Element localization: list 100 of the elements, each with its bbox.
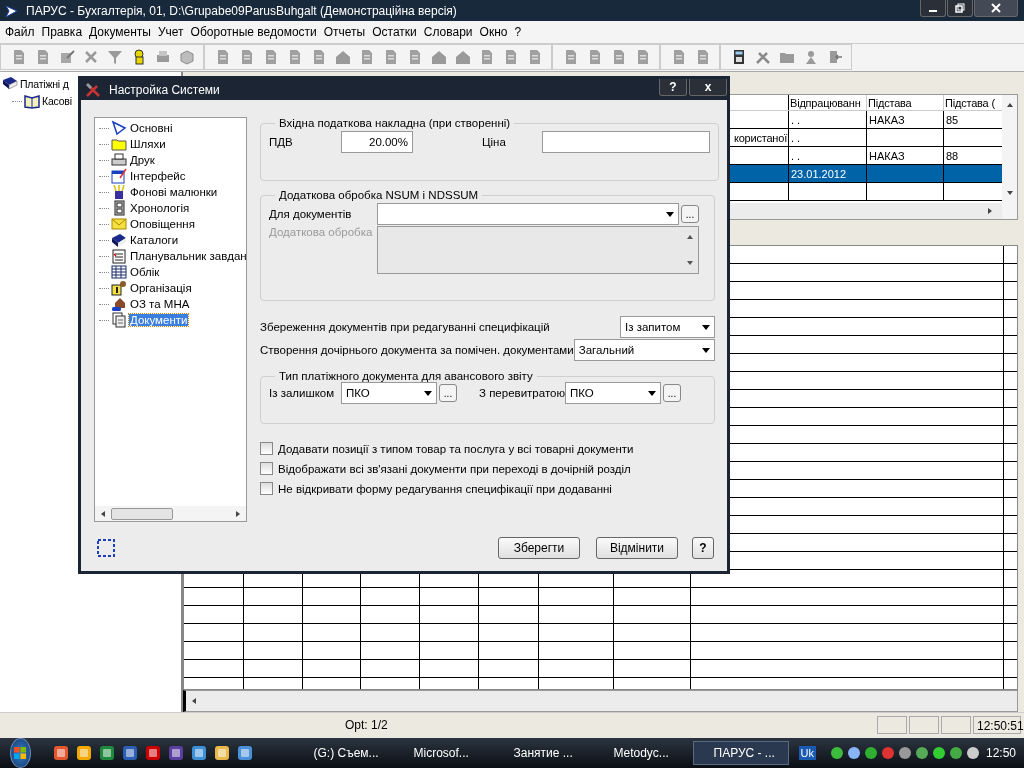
category-item[interactable]: Шляхи [129,138,167,150]
document-icon[interactable] [635,49,651,66]
document-icon[interactable] [503,49,519,66]
close-button[interactable] [974,0,1018,17]
checkbox[interactable] [260,462,273,475]
category-item[interactable]: Облік [129,266,161,278]
app-icon[interactable] [236,745,253,761]
dialog-button[interactable]: ? [692,537,714,559]
filter-icon[interactable] [107,49,123,66]
tree-item[interactable]: Платіжні д [20,78,69,91]
scroll-right-icon[interactable] [986,206,994,215]
scrollbar-thumb[interactable] [111,507,173,520]
menu-item[interactable]: Отчеты [322,25,372,39]
house-icon[interactable] [455,49,471,66]
app-icon[interactable] [52,745,69,761]
category-item[interactable]: Фонові малюнки [129,186,219,198]
document-icon[interactable] [695,49,711,66]
exit-icon[interactable] [827,49,843,66]
maximize-button[interactable] [947,0,973,17]
menu-item[interactable]: Оборотные ведомости [189,25,323,39]
document-icon[interactable] [215,49,231,66]
category-item[interactable]: Оповіщення [129,218,196,230]
scroll-right-icon[interactable] [234,509,242,518]
horizontal-scrollbar[interactable] [183,689,1018,712]
payment-dropdown[interactable]: ПКО [565,382,661,404]
menu-item[interactable]: Правка [40,25,89,39]
document-icon[interactable] [263,49,279,66]
dialog-button[interactable]: Відмінити [596,537,678,559]
menu-item[interactable]: Учет [156,25,190,39]
help-button[interactable]: ? [659,79,687,96]
calculator-icon[interactable] [731,49,747,66]
document-icon[interactable] [287,49,303,66]
minimize-button[interactable] [920,0,946,17]
app-icon[interactable] [213,745,230,761]
document-icon[interactable] [587,49,603,66]
tray-icon[interactable] [863,746,878,760]
menu-item[interactable]: Остатки [371,25,423,39]
selection-icon[interactable] [96,538,116,558]
category-item[interactable]: Основні [129,122,174,134]
column-header[interactable]: Підстава ( [944,94,1002,110]
category-item[interactable]: Друк [129,154,156,166]
document-icon[interactable] [359,49,375,66]
option-dropdown[interactable]: Загальний [573,339,715,361]
menu-item[interactable]: Документы [88,25,157,39]
app-icon[interactable] [190,745,207,761]
edit-icon[interactable] [59,49,75,66]
menu-item[interactable]: Файл [4,25,41,39]
category-item[interactable]: Планувальник завдан [129,250,248,262]
category-item[interactable]: Документи [129,314,189,326]
tray-icon[interactable] [846,746,861,760]
dialog-button[interactable]: Зберегти [498,537,580,559]
vertical-scrollbar[interactable] [1002,94,1017,219]
start-button[interactable] [10,738,31,768]
browse-button[interactable]: ... [439,384,457,402]
document-icon[interactable] [11,49,27,66]
checkbox[interactable] [260,482,273,495]
close-button[interactable]: x [689,79,727,96]
payment-dropdown[interactable]: ПКО [341,382,437,404]
house-icon[interactable] [335,49,351,66]
document-icon[interactable] [611,49,627,66]
app-icon[interactable] [167,745,184,761]
taskbar-button[interactable]: (G:) Съем... [292,741,389,765]
document-icon[interactable] [311,49,327,66]
tray-icon[interactable] [931,746,946,760]
category-item[interactable]: ОЗ та МНА [129,298,191,310]
document-icon[interactable] [479,49,495,66]
document-icon[interactable] [35,49,51,66]
taskbar-button[interactable]: ПАРУС - ... [692,741,789,765]
checkbox[interactable] [260,442,273,455]
document-icon[interactable] [383,49,399,66]
menu-item[interactable]: Окно [478,25,514,39]
menu-item[interactable]: ? [513,25,528,39]
documents-dropdown[interactable] [377,203,679,225]
taskbar-button[interactable]: Microsof... [392,741,489,765]
tray-icon[interactable] [965,746,980,760]
document-icon[interactable] [563,49,579,66]
scroll-left-icon[interactable] [190,696,198,705]
category-item[interactable]: Хронологія [129,202,191,214]
vat-field[interactable]: 20.00% [341,131,413,153]
figure-icon[interactable] [131,49,147,66]
language-indicator[interactable]: Uk [798,746,816,760]
taskbar-button[interactable]: Metodyc... [592,741,689,765]
horizontal-scrollbar[interactable] [95,506,246,521]
tray-icon[interactable] [914,746,929,760]
browse-button[interactable]: ... [663,384,681,402]
tree-item[interactable]: Касові [42,95,72,108]
price-field[interactable] [542,131,710,153]
house-icon[interactable] [431,49,447,66]
column-header[interactable]: Відпрацюванн [789,94,867,110]
category-item[interactable]: Каталоги [129,234,180,246]
browse-button[interactable]: ... [681,205,699,223]
category-item[interactable]: Інтерфейс [129,170,187,182]
option-dropdown[interactable]: Із запитом [620,316,715,338]
tray-icon[interactable] [897,746,912,760]
taskbar-button[interactable]: Занятие ... [492,741,589,765]
tray-icon[interactable] [948,746,963,760]
box-icon[interactable] [179,49,195,66]
document-icon[interactable] [407,49,423,66]
scroll-left-icon[interactable] [99,509,107,518]
document-icon[interactable] [239,49,255,66]
